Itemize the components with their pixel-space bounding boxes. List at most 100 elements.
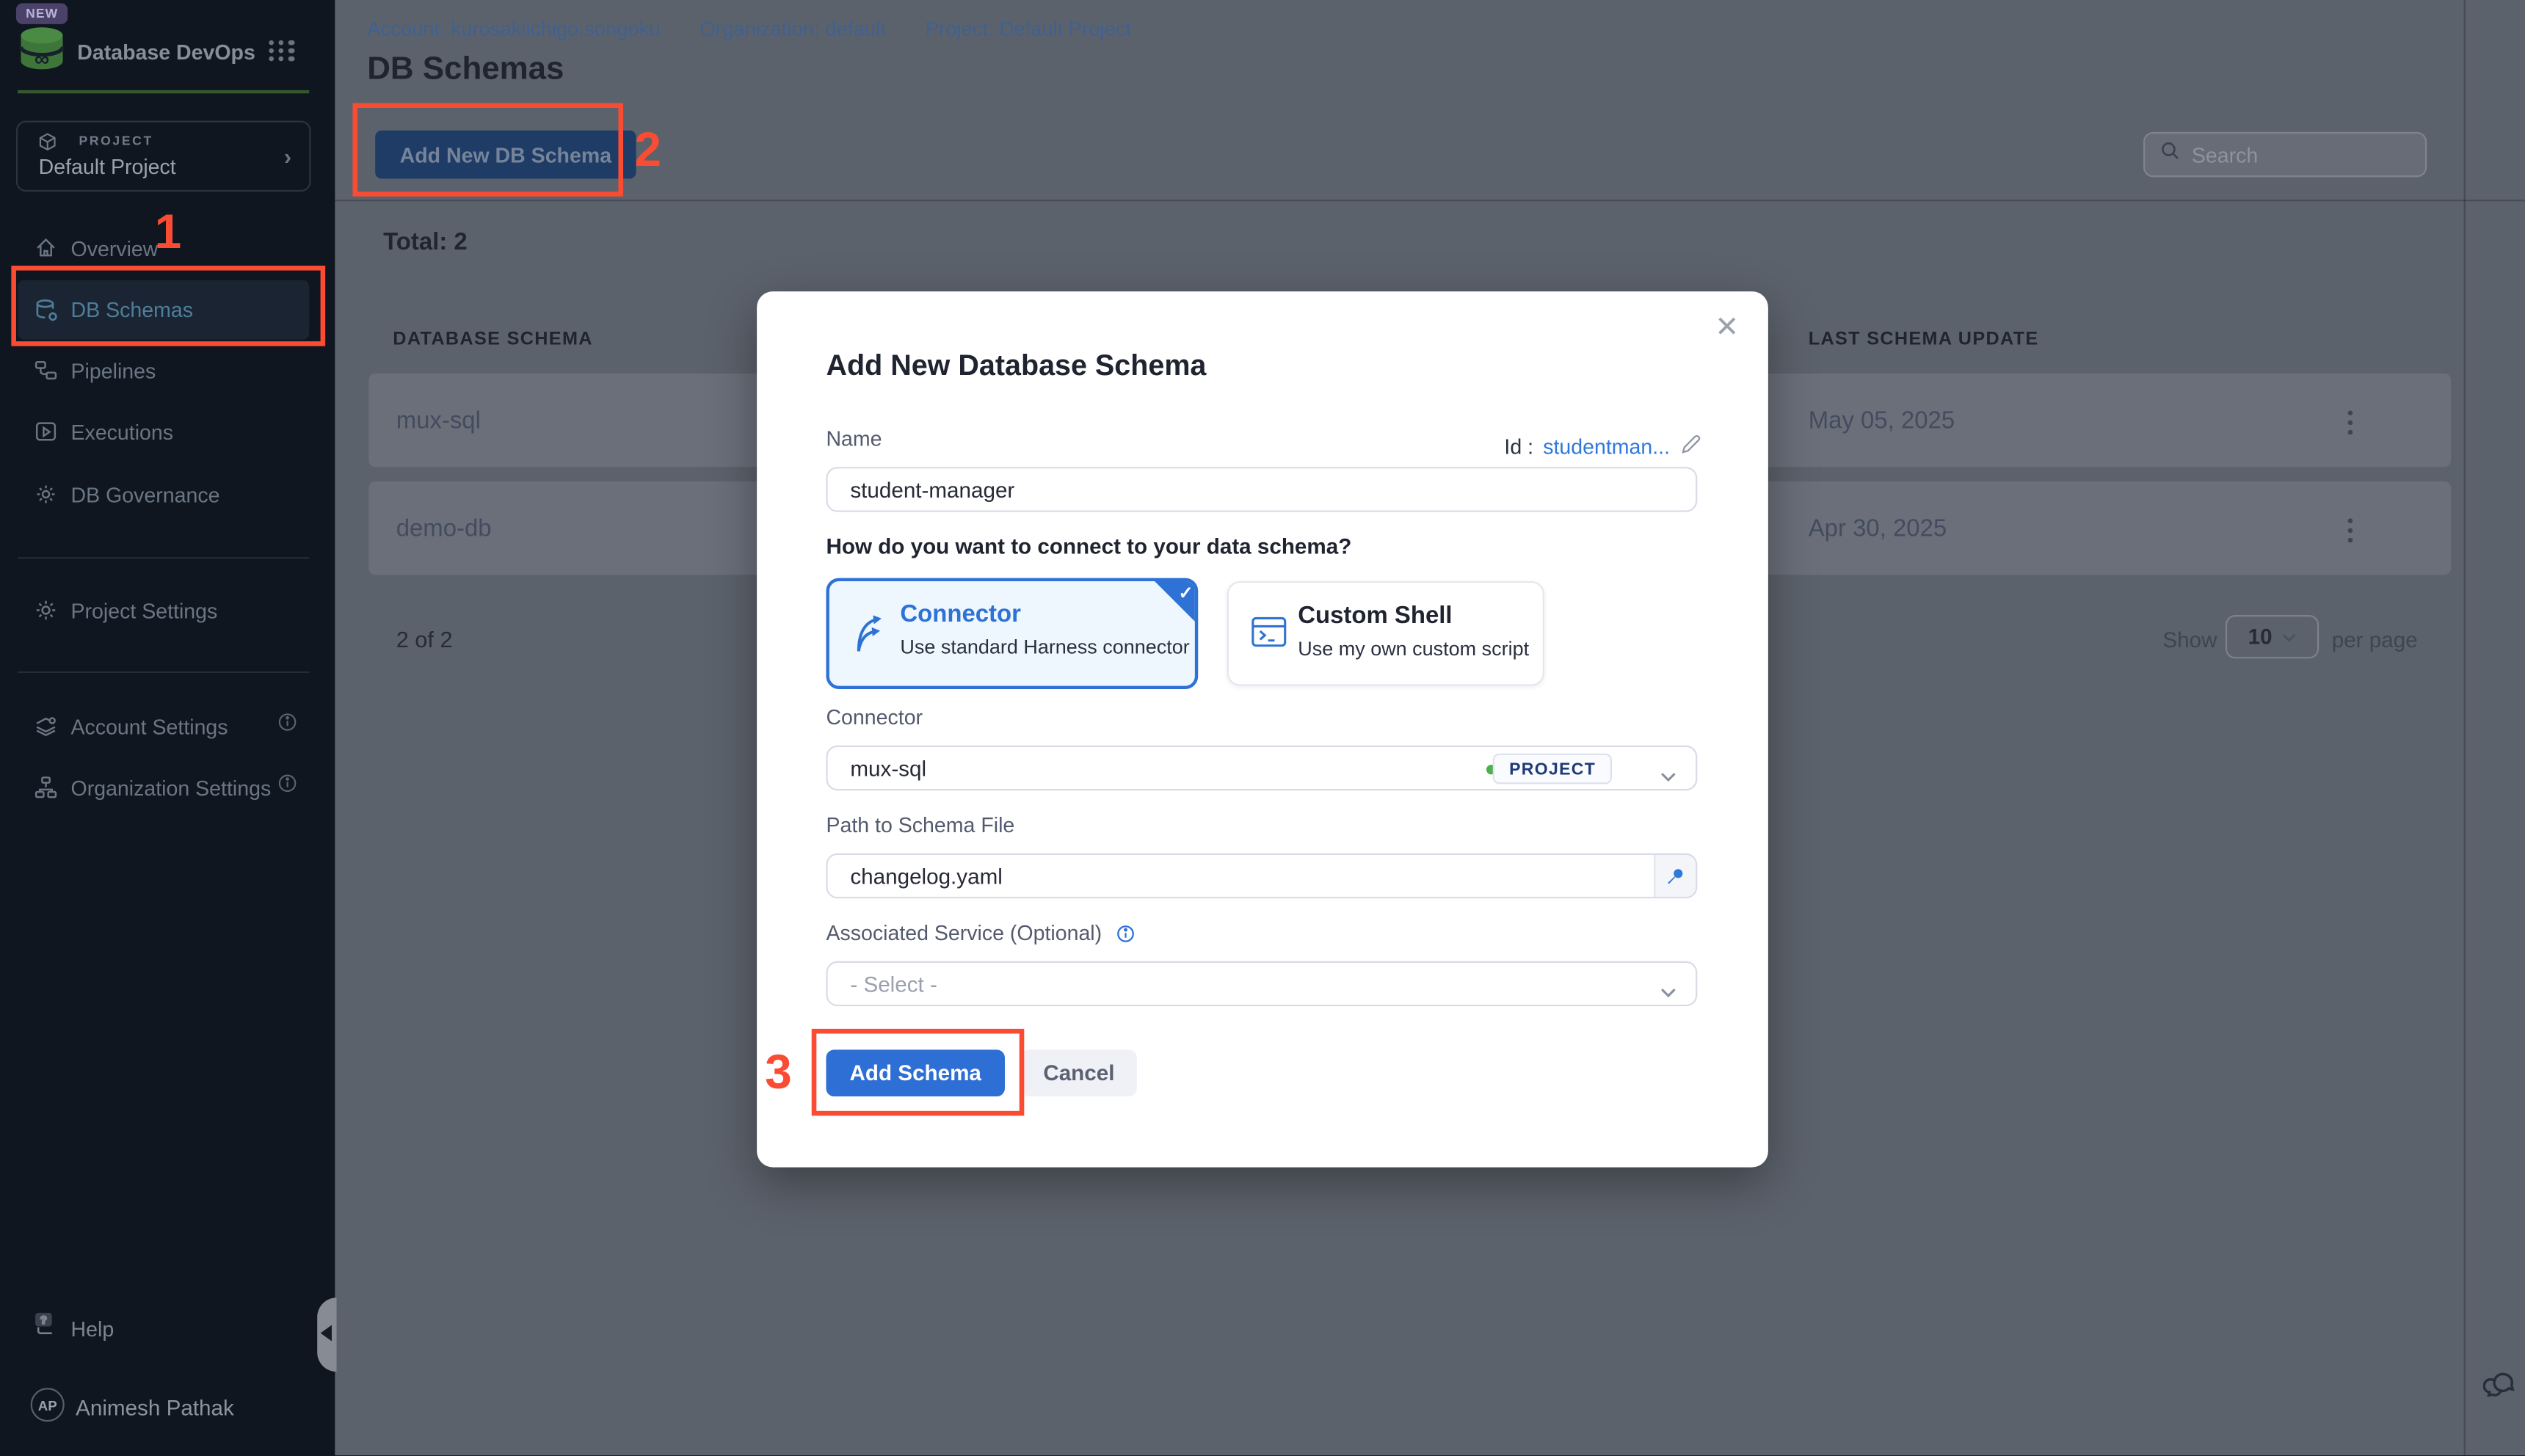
project-selector[interactable]: PROJECT Default Project › [16,121,310,192]
connector-arrows-icon [852,608,889,665]
content-edge-divider [2464,0,2466,1456]
sidebar-item-organization-settings[interactable]: Organization Settings [0,760,335,815]
new-badge: NEW [16,3,68,24]
path-input-wrap [826,853,1697,898]
add-new-db-schema-button[interactable]: Add New DB Schema [375,131,636,179]
sidebar-item-label: Executions [71,420,174,444]
option-card-connector[interactable]: Connector Use standard Harness connector… [826,578,1198,689]
sidebar-item-label: Pipelines [71,358,156,382]
db-schema-icon [34,297,59,323]
sidebar-item-overview[interactable]: Overview [0,221,335,276]
chevron-down-icon [1660,978,1676,1006]
connector-select[interactable]: mux-sql PROJECT [826,746,1697,790]
avatar: AP [31,1388,65,1422]
last-update-cell: May 05, 2025 [1809,407,1955,434]
chevron-down-icon [1660,762,1676,790]
project-scope-label: PROJECT [79,134,153,148]
gear-icon [34,598,58,622]
info-icon[interactable] [277,712,298,740]
connector-value: mux-sql [850,757,926,781]
sidebar-item-account-settings[interactable]: Account Settings [0,699,335,754]
search-icon [2159,140,2181,169]
sidebar: NEW ∞ Database DevOps PROJECT Default Pr… [0,0,335,1456]
scope-badge: PROJECT [1493,754,1612,785]
sidebar-item-label: Project Settings [71,598,218,622]
governance-gear-icon [34,482,58,506]
sidebar-item-label: Account Settings [71,714,228,738]
search-input[interactable] [2192,142,2401,167]
help-button[interactable]: ? Help [0,1307,335,1352]
app-title: Database DevOps [77,40,255,65]
user-name: Animesh Pathak [76,1396,234,1420]
sidebar-item-label: DB Schemas [71,298,193,322]
breadcrumb-organization[interactable]: Organization: default [700,18,886,40]
sidebar-item-db-governance[interactable]: DB Governance [0,467,335,522]
sidebar-item-project-settings[interactable]: Project Settings [0,583,335,638]
svg-text:?: ? [40,1315,47,1327]
screen: NEW ∞ Database DevOps PROJECT Default Pr… [0,0,2525,1456]
sidebar-item-label: DB Governance [71,482,220,506]
org-hierarchy-icon [34,775,58,799]
pagination-range: 2 of 2 [396,626,453,652]
cancel-button[interactable]: Cancel [1021,1049,1137,1096]
column-header-database-schema: DATABASE SCHEMA [393,330,593,349]
total-count: Total: 2 [383,229,468,256]
per-page-label: per page [2332,628,2418,652]
user-menu[interactable]: AP Animesh Pathak [0,1385,335,1433]
option-title: Custom Shell [1298,603,1452,630]
pipelines-icon [34,358,58,382]
connector-label: Connector [826,705,923,729]
brand-divider [18,90,309,92]
layers-icon [34,714,58,738]
page-size-select[interactable]: 10 [2226,615,2319,658]
row-menu-kebab-icon[interactable] [2343,514,2358,548]
option-card-custom-shell[interactable]: Custom Shell Use my own custom script [1227,581,1544,686]
toolbar-divider [335,200,2525,201]
support-chat-icon[interactable] [2483,1369,2517,1410]
sidebar-divider [18,557,309,558]
terminal-icon [1249,614,1288,660]
home-icon [34,236,58,260]
associated-service-label: Associated Service (Optional) [826,921,1135,948]
sidebar-divider [18,671,309,673]
chevron-down-icon [2282,632,2297,641]
associated-service-select[interactable]: - Select - [826,961,1697,1006]
page-title: DB Schemas [367,51,564,88]
module-grid-icon[interactable] [269,40,296,61]
search-box [2143,132,2427,177]
svg-text:∞: ∞ [34,48,49,71]
page-size-value: 10 [2248,625,2272,649]
sidebar-collapse-handle[interactable] [317,1297,336,1372]
id-label: Id : [1504,434,1533,459]
chevron-right-icon: › [284,143,291,169]
edit-pencil-icon[interactable] [1679,433,1702,460]
id-value-link[interactable]: studentman... [1543,434,1670,459]
breadcrumb-account[interactable]: Account: kurosakiichigo.songoku [367,18,660,40]
schema-name-cell: mux-sql [396,407,481,434]
sidebar-item-pipelines[interactable]: Pipelines [0,343,335,398]
schema-name-input[interactable] [826,467,1697,512]
row-menu-kebab-icon[interactable] [2343,406,2358,440]
add-database-schema-modal: ✕ Add New Database Schema Name Id : stud… [757,291,1768,1167]
info-icon[interactable] [1116,924,1135,948]
sidebar-item-executions[interactable]: Executions [0,404,335,459]
selected-check-icon: ✓ [1153,580,1196,623]
path-to-schema-file-input[interactable] [828,855,1649,897]
breadcrumb-project[interactable]: Project: Default Project [926,18,1131,40]
option-description: Use standard Harness connector [900,636,1189,659]
last-update-cell: Apr 30, 2025 [1809,515,1947,542]
option-title: Connector [900,600,1021,627]
sidebar-item-db-schemas[interactable]: DB Schemas [18,280,309,340]
name-label: Name [826,426,882,451]
add-schema-button[interactable]: Add Schema [826,1049,1005,1096]
identifier-group: Id : studentman... [1504,433,1702,460]
path-label: Path to Schema File [826,813,1014,837]
breadcrumb: Account: kurosakiichigo.songoku › Organi… [367,18,1131,40]
associated-service-label-text: Associated Service (Optional) [826,921,1102,945]
database-devops-logo-icon: ∞ [18,26,66,81]
close-icon[interactable]: ✕ [1715,313,1739,341]
modal-title: Add New Database Schema [826,349,1206,383]
info-icon[interactable] [277,773,298,801]
pin-runtime-icon[interactable] [1654,855,1696,897]
chevron-right-icon: › [677,21,683,40]
